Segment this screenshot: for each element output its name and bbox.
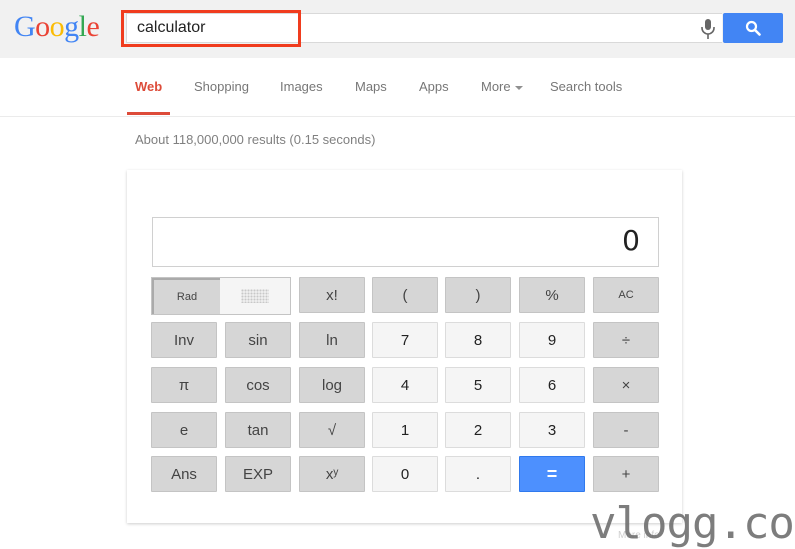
key-sin[interactable]: sin — [225, 322, 291, 358]
logo-letter: o — [35, 10, 50, 43]
active-tab-indicator — [127, 112, 170, 115]
key-2[interactable]: 2 — [445, 412, 511, 448]
tab-more-label: More — [481, 79, 511, 94]
rad-button[interactable]: Rad — [152, 278, 220, 314]
dotted-pattern-icon — [241, 289, 269, 303]
key-ln[interactable]: ln — [299, 322, 365, 358]
logo-letter: l — [78, 10, 87, 43]
tab-more[interactable]: More — [481, 79, 523, 94]
tab-apps[interactable]: Apps — [419, 79, 449, 94]
tab-web[interactable]: Web — [135, 79, 162, 94]
key-cos[interactable]: cos — [225, 367, 291, 403]
key-factorial[interactable]: x! — [299, 277, 365, 313]
key-plus[interactable]: + — [593, 456, 659, 492]
key-inverse[interactable]: Inv — [151, 322, 217, 358]
key-open-paren[interactable]: ( — [372, 277, 438, 313]
key-0[interactable]: 0 — [372, 456, 438, 492]
key-all-clear[interactable]: AC — [593, 277, 659, 313]
search-tools-button[interactable]: Search tools — [550, 79, 622, 94]
key-sqrt[interactable]: √ — [299, 412, 365, 448]
key-4[interactable]: 4 — [372, 367, 438, 403]
chevron-down-icon — [514, 85, 523, 90]
result-stats: About 118,000,000 results (0.15 seconds) — [135, 132, 376, 147]
key-e[interactable]: e — [151, 412, 217, 448]
key-percent[interactable]: % — [519, 277, 585, 313]
key-7[interactable]: 7 — [372, 322, 438, 358]
key-1[interactable]: 1 — [372, 412, 438, 448]
key-9[interactable]: 9 — [519, 322, 585, 358]
watermark: vlogg.com — [590, 498, 795, 549]
calculator-card: 0 Rad x!()% AC Inv sin ln 7 8 9 ÷ π cos log 4 5 6 × e tan… — [127, 170, 682, 523]
search-button[interactable] — [723, 13, 783, 43]
microphone-icon[interactable] — [700, 18, 716, 40]
logo-letter: g — [64, 10, 79, 43]
deg-button[interactable] — [220, 278, 290, 314]
search-input[interactable] — [137, 14, 677, 42]
logo-letter: e — [86, 10, 100, 43]
logo-letter: G — [14, 10, 36, 43]
key-3[interactable]: 3 — [519, 412, 585, 448]
tab-shopping[interactable]: Shopping — [194, 79, 249, 94]
search-nav: Web Shopping Images Maps Apps More Searc… — [0, 58, 795, 117]
search-icon — [745, 20, 761, 36]
tab-maps[interactable]: Maps — [355, 79, 387, 94]
key-5[interactable]: 5 — [445, 367, 511, 403]
search-box[interactable] — [126, 13, 722, 43]
key-log[interactable]: log — [299, 367, 365, 403]
key-multiply[interactable]: × — [593, 367, 659, 403]
key-pi[interactable]: π — [151, 367, 217, 403]
tab-images[interactable]: Images — [280, 79, 323, 94]
display-value: 0 — [622, 224, 640, 257]
key-decimal[interactable]: . — [445, 456, 511, 492]
key-8[interactable]: 8 — [445, 322, 511, 358]
calculator-display: 0 — [152, 217, 659, 267]
key-exp[interactable]: EXP — [225, 456, 291, 492]
key-divide[interactable]: ÷ — [593, 322, 659, 358]
logo-letter: o — [49, 10, 65, 43]
key-minus[interactable]: - — [593, 412, 659, 448]
key-ans[interactable]: Ans — [151, 456, 217, 492]
google-logo[interactable]: Google — [14, 9, 100, 45]
top-bar: Google — [0, 0, 795, 58]
angle-mode-toggle[interactable]: Rad — [151, 277, 291, 315]
key-equals[interactable]: = — [519, 456, 585, 492]
key-6[interactable]: 6 — [519, 367, 585, 403]
key-power[interactable]: xʸ — [299, 456, 365, 492]
key-tan[interactable]: tan — [225, 412, 291, 448]
key-close-paren[interactable]: ) — [445, 277, 511, 313]
